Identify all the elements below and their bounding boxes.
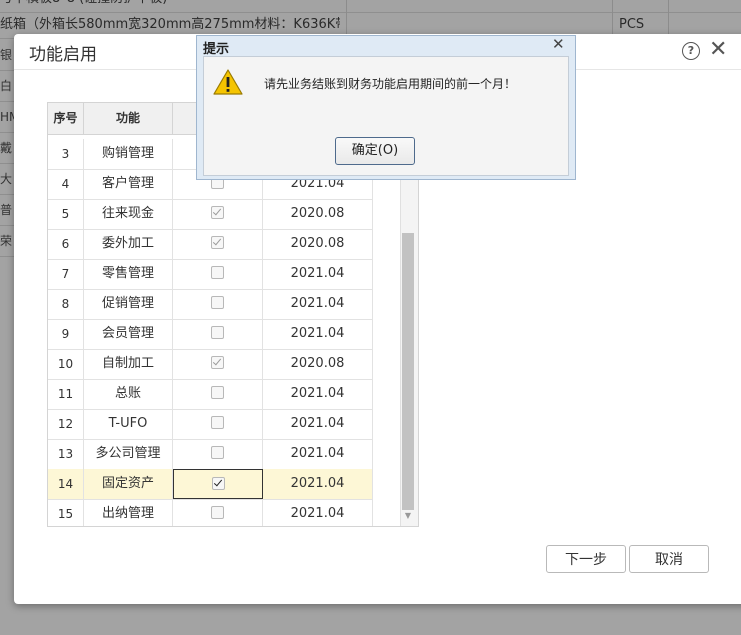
row-start-period[interactable]: 2021.04 — [263, 499, 373, 526]
row-enable-cell[interactable] — [173, 379, 263, 409]
table-row[interactable]: 10 自制加工 2020.08 — [48, 349, 373, 380]
row-enable-cell[interactable] — [173, 409, 263, 439]
enable-checkbox[interactable] — [211, 356, 224, 369]
bg-row-1-text: 号下横板8*8 (碰撞防护下板) — [0, 0, 340, 12]
cancel-button[interactable]: 取消 — [629, 545, 709, 573]
row-index: 12 — [48, 409, 84, 439]
row-function-name: 会员管理 — [84, 319, 173, 349]
row-function-name: 零售管理 — [84, 259, 173, 289]
row-start-period[interactable]: 2021.04 — [263, 259, 373, 289]
row-start-period[interactable]: 2021.04 — [263, 289, 373, 319]
bg-left-fragment: HM — [0, 102, 14, 133]
row-index: 11 — [48, 379, 84, 409]
row-start-period[interactable]: 2020.08 — [263, 349, 373, 379]
row-index: 6 — [48, 229, 84, 259]
bg-left-fragment: 普 — [0, 195, 14, 226]
row-function-name: 固定资产 — [84, 469, 173, 499]
row-index: 15 — [48, 499, 84, 526]
enable-checkbox[interactable] — [211, 506, 224, 519]
row-index: 3 — [48, 139, 84, 169]
table-row[interactable]: 14 固定资产 2021.04 — [48, 469, 373, 500]
dialog-title: 功能启用 — [29, 45, 97, 65]
table-row[interactable]: 6 委外加工 2020.08 — [48, 229, 373, 260]
row-function-name: 往来现金 — [84, 199, 173, 229]
bg-divider — [668, 0, 669, 36]
bg-left-fragment: 银 — [0, 40, 14, 71]
bg-divider — [346, 0, 347, 36]
row-start-period[interactable]: 2021.04 — [263, 319, 373, 349]
bg-left-fragment: 戴 — [0, 133, 14, 164]
prompt-popup: 提示 ✕ 请先业务结账到财务功能启用期间的前一个月！ 确定(O) — [196, 35, 576, 180]
row-index: 10 — [48, 349, 84, 379]
row-start-period[interactable]: 2021.04 — [263, 469, 373, 499]
table-row[interactable]: 13 多公司管理 2021.04 — [48, 439, 373, 470]
row-enable-cell[interactable] — [173, 199, 263, 229]
table-row[interactable]: 8 促销管理 2021.04 — [48, 289, 373, 320]
warning-icon — [213, 69, 243, 95]
table-row[interactable]: 7 零售管理 2021.04 — [48, 259, 373, 290]
enable-checkbox[interactable] — [211, 326, 224, 339]
table-row[interactable]: 5 往来现金 2020.08 — [48, 199, 373, 230]
bg-left-fragment: 荣 — [0, 226, 14, 257]
enable-checkbox[interactable] — [211, 296, 224, 309]
table-row[interactable]: 15 出纳管理 2021.04 — [48, 499, 373, 526]
row-index: 14 — [48, 469, 84, 499]
row-index: 13 — [48, 439, 84, 469]
ok-button[interactable]: 确定(O) — [335, 137, 415, 165]
popup-close-icon[interactable]: ✕ — [552, 35, 565, 53]
enable-checkbox[interactable] — [211, 386, 224, 399]
enable-checkbox[interactable] — [211, 416, 224, 429]
row-index: 9 — [48, 319, 84, 349]
bg-divider — [612, 0, 613, 36]
row-function-name: 客户管理 — [84, 169, 173, 199]
row-enable-cell[interactable] — [173, 349, 263, 379]
row-function-name: 促销管理 — [84, 289, 173, 319]
scrollbar-thumb[interactable] — [402, 233, 414, 510]
popup-message: 请先业务结账到财务功能启用期间的前一个月！ — [264, 77, 517, 91]
next-step-button[interactable]: 下一步 — [546, 545, 626, 573]
row-function-name: 购销管理 — [84, 139, 173, 169]
column-header-index: 序号 — [48, 103, 84, 134]
row-index: 4 — [48, 169, 84, 199]
enable-checkbox[interactable] — [211, 477, 225, 490]
row-function-name: 出纳管理 — [84, 499, 173, 526]
row-enable-cell[interactable] — [173, 439, 263, 469]
row-start-period[interactable]: 2021.04 — [263, 409, 373, 439]
table-row[interactable]: 12 T-UFO 2021.04 — [48, 409, 373, 440]
row-enable-cell[interactable] — [173, 319, 263, 349]
row-index: 7 — [48, 259, 84, 289]
column-header-function: 功能 — [84, 103, 173, 134]
bg-left-fragment: 大 — [0, 164, 14, 195]
close-icon[interactable]: ✕ — [709, 37, 727, 63]
scroll-down-arrow-icon[interactable]: ▼ — [402, 510, 414, 522]
row-function-name: 自制加工 — [84, 349, 173, 379]
row-function-name: 多公司管理 — [84, 439, 173, 469]
popup-title: 提示 — [203, 42, 230, 57]
row-function-name: 委外加工 — [84, 229, 173, 259]
row-enable-cell[interactable] — [173, 259, 263, 289]
table-row[interactable]: 11 总账 2021.04 — [48, 379, 373, 410]
bg-left-fragment: 白 — [0, 71, 14, 102]
row-start-period[interactable]: 2020.08 — [263, 229, 373, 259]
row-function-name: T-UFO — [84, 409, 173, 439]
row-index: 5 — [48, 199, 84, 229]
table-row[interactable]: 9 会员管理 2021.04 — [48, 319, 373, 350]
row-index: 8 — [48, 289, 84, 319]
enable-checkbox[interactable] — [211, 236, 224, 249]
row-start-period[interactable]: 2020.08 — [263, 199, 373, 229]
help-icon[interactable]: ? — [682, 42, 700, 60]
row-start-period[interactable]: 2021.04 — [263, 379, 373, 409]
row-enable-cell[interactable] — [173, 499, 263, 526]
enable-checkbox[interactable] — [211, 446, 224, 459]
popup-body: 请先业务结账到财务功能启用期间的前一个月！ 确定(O) — [203, 56, 569, 176]
enable-checkbox[interactable] — [211, 206, 224, 219]
row-enable-cell[interactable] — [173, 229, 263, 259]
row-enable-cell[interactable] — [173, 289, 263, 319]
enable-checkbox[interactable] — [211, 266, 224, 279]
row-function-name: 总账 — [84, 379, 173, 409]
row-enable-cell[interactable] — [173, 469, 263, 499]
row-start-period[interactable]: 2021.04 — [263, 439, 373, 469]
